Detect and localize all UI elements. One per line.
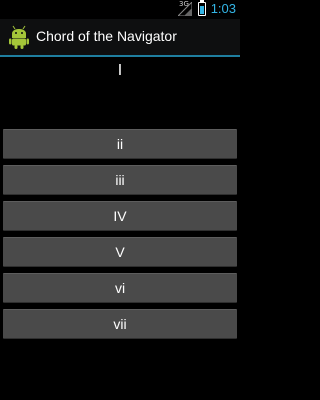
chord-button-vi[interactable]: vi [3,273,237,303]
chord-button-IV[interactable]: IV [3,201,237,231]
android-robot-icon[interactable] [9,25,29,49]
signal-strength-icon [178,2,192,16]
clock: 1:03 [210,1,236,16]
chord-button-iii[interactable]: iii [3,165,237,195]
chord-button-vii[interactable]: vii [3,309,237,339]
chord-button-V[interactable]: V [3,237,237,267]
status-bar: 3G 1:03 [0,0,240,19]
current-chord-label: I [117,62,123,79]
chord-button-ii[interactable]: ii [3,129,237,159]
action-bar-divider [0,55,240,57]
battery-icon [198,0,206,16]
app-title: Chord of the Navigator [36,28,177,44]
